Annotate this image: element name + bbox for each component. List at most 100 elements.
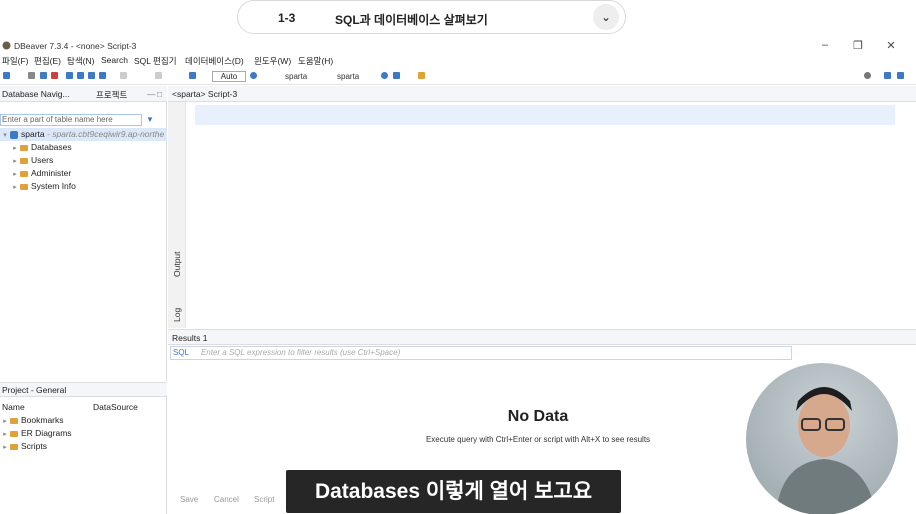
- filter-placeholder: Enter a SQL expression to filter results…: [200, 348, 401, 357]
- folder-icon: [20, 170, 28, 177]
- minimize-icon[interactable]: –: [810, 39, 840, 51]
- main-toolbar: Auto sparta sparta: [0, 68, 916, 85]
- menubar: 파일(F) 편집(E) 탐색(N) Search SQL 편집기 데이터베이스(…: [0, 54, 916, 68]
- video-subtitle: Databases 이렇게 열어 보고요: [286, 470, 621, 513]
- project-tabs: Project - General: [0, 383, 167, 397]
- tab-script-3[interactable]: <sparta> Script-3: [172, 89, 237, 99]
- lesson-number: 1-3: [278, 11, 296, 25]
- project-item-er-diagrams[interactable]: ▸ ER Diagrams: [0, 427, 72, 440]
- tx-isolation-icon[interactable]: [250, 72, 257, 79]
- results-tabs: Results 1: [168, 330, 916, 345]
- minimize-icon[interactable]: —: [147, 89, 156, 99]
- connect-icon[interactable]: [40, 72, 47, 79]
- navigator-tabs: Database Navig... 프로젝트 — □: [0, 86, 167, 102]
- menu-sql-editor[interactable]: SQL 편집기: [134, 55, 177, 67]
- maximize-icon[interactable]: ❐: [843, 39, 873, 52]
- folder-icon: [10, 417, 18, 424]
- commit-icon[interactable]: [66, 72, 73, 79]
- menu-navigate[interactable]: 탐색(N): [67, 55, 94, 67]
- tree-item-label: Administer: [31, 168, 72, 178]
- folder-icon: [20, 144, 28, 151]
- tree-item-administer[interactable]: ▸ Administer: [10, 167, 71, 180]
- menu-window[interactable]: 윈도우(W): [254, 55, 291, 67]
- tx-log-icon[interactable]: [99, 72, 106, 79]
- chevron-right-icon[interactable]: ▸: [10, 181, 20, 194]
- database-navigator: Database Navig... 프로젝트 — □ Enter a part …: [0, 86, 167, 381]
- schema-select[interactable]: sparta: [337, 72, 359, 81]
- log-tab[interactable]: Log: [172, 308, 182, 322]
- sql-icon[interactable]: [28, 72, 35, 79]
- rollback-icon[interactable]: [77, 72, 84, 79]
- format-icon[interactable]: [393, 72, 400, 79]
- run-icon[interactable]: [418, 72, 425, 79]
- tree-item-label: Databases: [31, 142, 72, 152]
- filter-prefix: SQL: [173, 348, 189, 357]
- output-tab[interactable]: Output: [172, 251, 182, 277]
- script-button[interactable]: Script: [254, 495, 274, 504]
- menu-database[interactable]: 데이터베이스(D): [185, 55, 244, 67]
- save-button[interactable]: Save: [180, 495, 198, 504]
- window-titlebar: DBeaver 7.3.4 - <none> Script-3 – ❐ ✕: [0, 38, 916, 54]
- project-item-bookmarks[interactable]: ▸ Bookmarks: [0, 414, 64, 427]
- new-connection-icon[interactable]: [3, 72, 10, 79]
- project-item-label: Bookmarks: [21, 415, 64, 425]
- sql-editor: <sparta> Script-3 Output Log: [168, 86, 916, 328]
- webcam-overlay: [746, 363, 898, 514]
- database-perspective-icon[interactable]: [897, 72, 904, 79]
- perspective-icon[interactable]: [884, 72, 891, 79]
- folder-icon: [20, 183, 28, 190]
- database-icon: [10, 130, 18, 139]
- menu-search[interactable]: Search: [101, 55, 128, 65]
- tree-item-databases[interactable]: ▸ Databases: [10, 141, 72, 154]
- column-datasource-header: DataSource: [93, 402, 138, 412]
- editor-tabs: <sparta> Script-3: [168, 86, 916, 102]
- chevron-down-icon[interactable]: ▾: [0, 129, 10, 142]
- explain-icon[interactable]: [381, 72, 388, 79]
- tab-projects[interactable]: 프로젝트: [96, 89, 127, 101]
- tab-database-navigator[interactable]: Database Navig...: [2, 89, 70, 99]
- chevron-right-icon[interactable]: ▸: [0, 441, 10, 454]
- current-line-highlight[interactable]: [195, 105, 895, 125]
- tree-item-label: Users: [31, 155, 54, 165]
- project-item-label: Scripts: [21, 441, 47, 451]
- folder-icon: [20, 157, 28, 164]
- filter-icon[interactable]: ▼: [146, 115, 154, 124]
- connection-name: sparta: [21, 129, 45, 139]
- disconnect-icon[interactable]: [51, 72, 58, 79]
- maximize-icon[interactable]: □: [157, 89, 162, 99]
- tab-project-general[interactable]: Project - General: [2, 385, 66, 395]
- project-panel: Project - General Name DataSource ▸ Bookm…: [0, 382, 167, 514]
- column-name-header: Name: [2, 402, 25, 412]
- datasource-select[interactable]: sparta: [285, 72, 307, 81]
- dbeaver-logo-icon: [2, 41, 11, 50]
- transaction-mode-icon[interactable]: [189, 72, 196, 79]
- project-item-scripts[interactable]: ▸ Scripts: [0, 440, 47, 453]
- tree-item-label: System Info: [31, 181, 76, 191]
- folder-icon: [10, 430, 18, 437]
- presenter-avatar: [776, 387, 876, 514]
- lesson-header[interactable]: 1-3 SQL과 데이터베이스 살펴보기 ⌄: [237, 0, 626, 34]
- table-filter-input[interactable]: Enter a part of table name here: [0, 114, 142, 126]
- menu-help[interactable]: 도움말(H): [298, 55, 333, 67]
- menu-edit[interactable]: 편집(E): [34, 55, 61, 67]
- tree-item-users[interactable]: ▸ Users: [10, 154, 53, 167]
- close-icon[interactable]: ✕: [876, 39, 906, 52]
- pending-icon[interactable]: [120, 72, 127, 79]
- editor-side-toolbar: Output Log: [168, 102, 186, 328]
- connection-row[interactable]: ▾ sparta - sparta.cbt9ceqiwir9.ap-northe: [0, 128, 167, 141]
- cancel-button[interactable]: Cancel: [214, 495, 239, 504]
- connection-host: - sparta.cbt9ceqiwir9.ap-northe: [47, 129, 165, 139]
- transaction-mode-select[interactable]: Auto: [212, 71, 246, 82]
- chevron-down-icon[interactable]: ⌄: [593, 4, 619, 30]
- history-icon[interactable]: [155, 72, 162, 79]
- search-icon[interactable]: [864, 72, 871, 79]
- menu-file[interactable]: 파일(F): [2, 55, 29, 67]
- lesson-title: SQL과 데이터베이스 살펴보기: [335, 13, 488, 27]
- window-title: DBeaver 7.3.4 - <none> Script-3: [14, 41, 137, 51]
- results-filter-input[interactable]: SQL Enter a SQL expression to filter res…: [170, 346, 792, 360]
- refresh-icon[interactable]: [88, 72, 95, 79]
- tab-results-1[interactable]: Results 1: [172, 333, 207, 343]
- folder-icon: [10, 443, 18, 450]
- tree-item-system-info[interactable]: ▸ System Info: [10, 180, 76, 193]
- project-item-label: ER Diagrams: [21, 428, 72, 438]
